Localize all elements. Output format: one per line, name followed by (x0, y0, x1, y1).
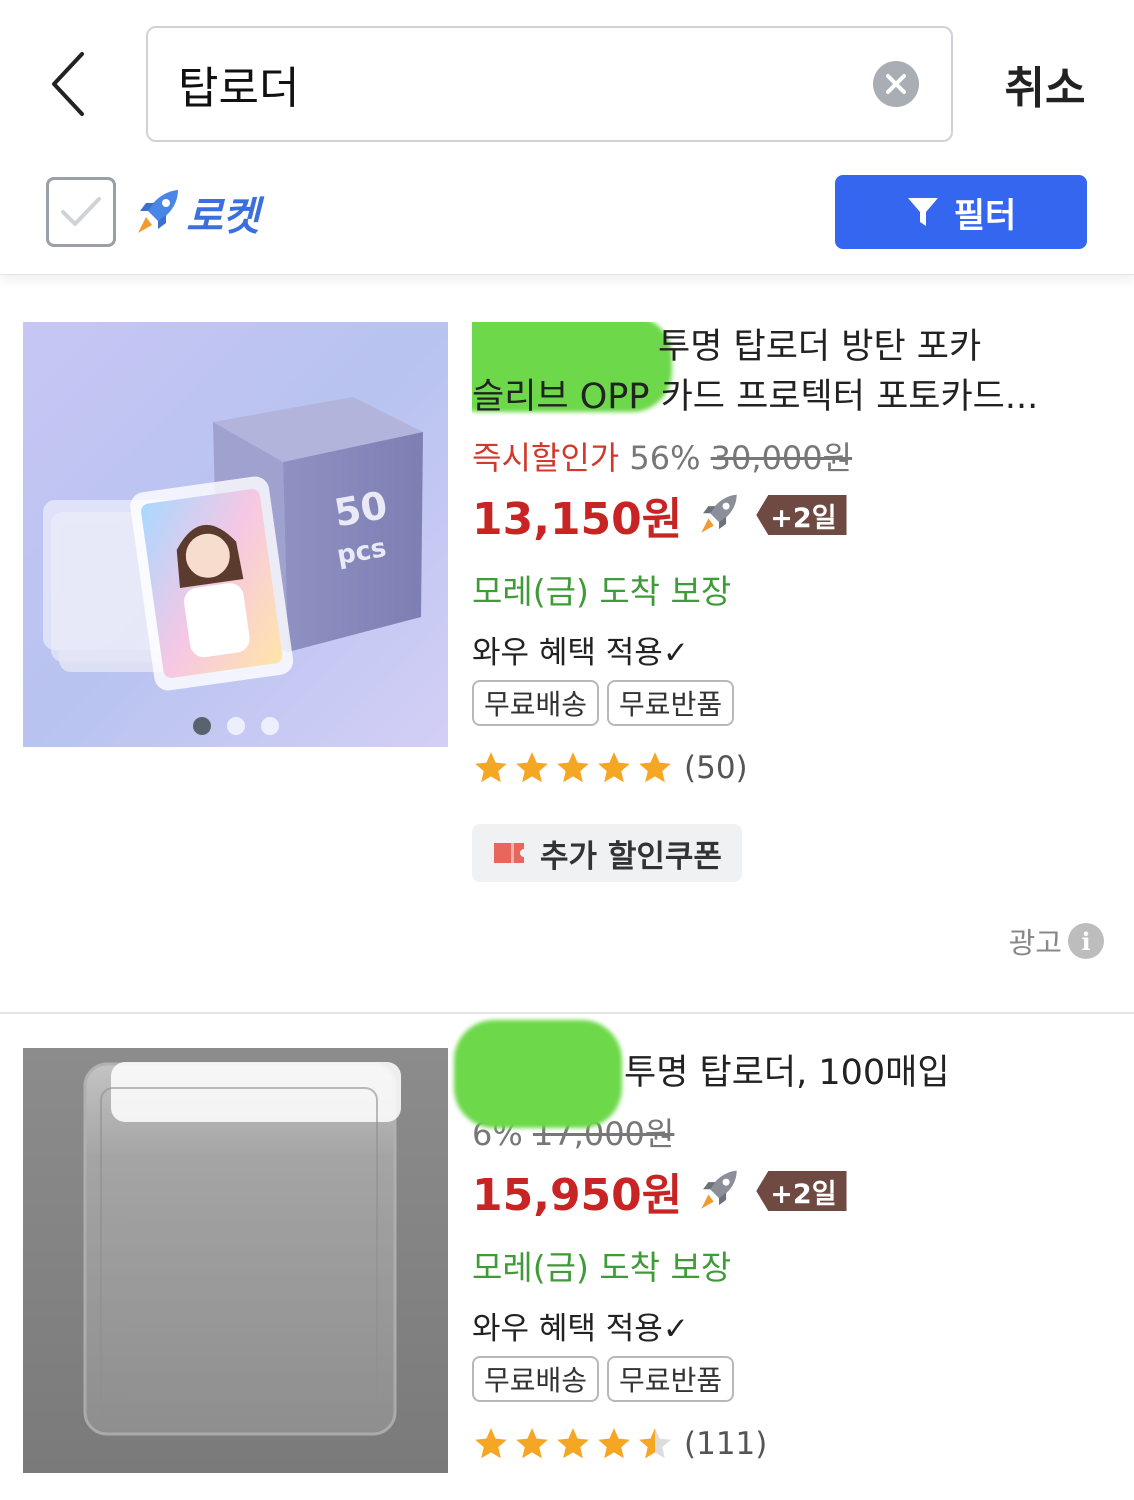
arrival-guarantee: 모레(금) 도착 보장 (472, 572, 732, 611)
delivery-days-badge: +2일 (756, 495, 847, 535)
price-row: 13,150원 +2일 (472, 486, 1104, 545)
toploader-sleeve-image (23, 1048, 448, 1473)
star-icon (475, 1428, 507, 1459)
product-info: 투명 탑로더 방탄 포카 슬리브 OPP 카드 프로텍터 포토카드... 즉시할… (472, 322, 1104, 882)
star-icon (557, 752, 589, 783)
product-card[interactable]: 50 pcs 투명 탑로더 방탄 포카 슬리브 OPP 카드 프로텍터 포토카드… (0, 300, 1134, 1008)
chevron-left-icon (52, 52, 84, 116)
image-carousel-dots (23, 717, 448, 735)
rocket-filter-label[interactable]: 로켓 (134, 180, 260, 246)
rocket-label: 로켓 (186, 194, 260, 240)
clear-search-button[interactable] (873, 61, 919, 107)
rocket-icon (138, 190, 178, 233)
filter-label: 필터 (953, 195, 1017, 236)
toploader-box-image: 50 pcs (23, 322, 448, 747)
star-rating (472, 749, 674, 787)
check-icon (61, 197, 101, 226)
cancel-button[interactable]: 취소 (980, 48, 1110, 120)
ad-text: 광고 (1008, 926, 1062, 960)
free-shipping-tag: 무료배송 (472, 1356, 600, 1402)
rocket-delivery-icon (701, 1170, 737, 1209)
star-icon (598, 752, 630, 783)
rocket-delivery-icon (701, 494, 737, 533)
star-icon (557, 1428, 589, 1459)
svg-text:50: 50 (331, 483, 391, 536)
original-price: 30,000원 (710, 439, 853, 477)
product-title-line1: 투명 탑로더 방탄 포카 (658, 327, 982, 367)
filter-button[interactable]: 필터 (835, 175, 1087, 249)
product-image[interactable]: 50 pcs (23, 322, 448, 747)
product-card[interactable]: 투명 탑로더, 100매입 6% 17,000원 15,950원 +2일 모레(… (0, 1012, 1134, 1500)
star-icon (639, 752, 671, 783)
review-count: (50) (684, 750, 748, 786)
search-box (146, 26, 953, 142)
discount-row: 즉시할인가 56% 30,000원 (472, 436, 1104, 480)
delivery-days-badge: +2일 (756, 1171, 847, 1211)
close-icon (886, 74, 906, 94)
product-title-line2: 슬리브 OPP 카드 프로텍터 포토카드... (472, 377, 1039, 417)
product-image[interactable] (23, 1048, 448, 1473)
carousel-dot[interactable] (260, 717, 279, 735)
info-icon: i (1068, 923, 1104, 959)
rating: (50) (472, 748, 1104, 788)
star-rating (472, 1425, 674, 1463)
free-shipping-tag: 무료배송 (472, 680, 600, 726)
star-icon (516, 752, 548, 783)
rocket-checkbox[interactable] (46, 177, 116, 247)
star-icon (516, 1428, 548, 1459)
rating: (111) (472, 1424, 1104, 1464)
search-input[interactable] (178, 28, 858, 140)
wow-benefit: 와우 혜택 적용✓ (472, 1311, 689, 1347)
benefit-tags: 무료배송 무료반품 (472, 680, 1104, 726)
ad-label[interactable]: 광고 i (1009, 920, 1104, 962)
sale-price: 13,150원 (472, 494, 683, 545)
star-icon (475, 752, 507, 783)
carousel-dot[interactable] (226, 717, 245, 735)
discount-percent: 56% (629, 439, 701, 477)
arrival-guarantee: 모레(금) 도착 보장 (472, 1248, 732, 1287)
free-return-tag: 무료반품 (607, 1356, 735, 1402)
benefit-tags: 무료배송 무료반품 (472, 1356, 1104, 1402)
extra-coupon-button[interactable]: 추가 할인쿠폰 (472, 824, 742, 882)
carousel-dot[interactable] (192, 717, 211, 735)
coupon-icon (494, 843, 524, 863)
product-info: 투명 탑로더, 100매입 6% 17,000원 15,950원 +2일 모레(… (454, 1020, 1104, 1464)
instant-discount-label: 즉시할인가 (472, 439, 620, 477)
coupon-label: 추가 할인쿠폰 (540, 838, 722, 875)
product-title[interactable]: 투명 탑로더, 100매입 (454, 1020, 1104, 1128)
sale-price: 15,950원 (472, 1170, 683, 1221)
product-title-line1: 투명 탑로더, 100매입 (624, 1053, 950, 1093)
free-return-tag: 무료반품 (607, 680, 735, 726)
review-count: (111) (684, 1426, 768, 1462)
price-row: 15,950원 +2일 (472, 1162, 1104, 1221)
funnel-icon (907, 198, 938, 226)
product-title[interactable]: 투명 탑로더 방탄 포카 슬리브 OPP 카드 프로텍터 포토카드... (472, 322, 1104, 422)
back-button[interactable] (38, 48, 98, 120)
search-header: 취소 로켓 필터 (0, 0, 1134, 275)
star-icon (598, 1428, 630, 1459)
wow-benefit: 와우 혜택 적용✓ (472, 635, 689, 671)
star-half-icon (639, 1428, 671, 1459)
